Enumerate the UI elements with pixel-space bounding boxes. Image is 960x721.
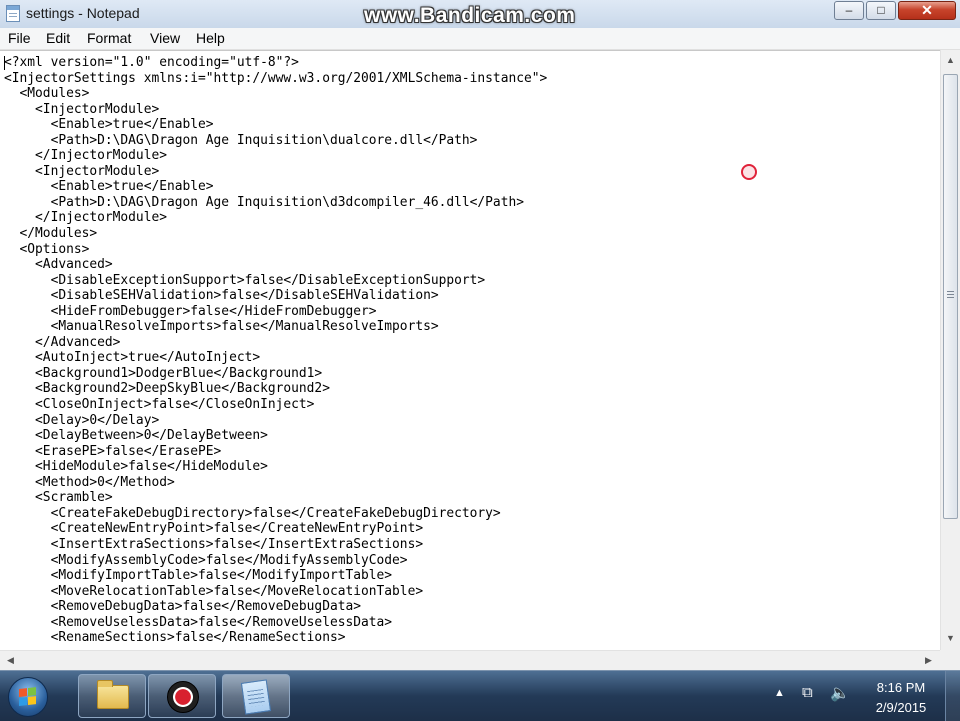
scroll-up-arrow-icon[interactable]: ▲ — [942, 52, 959, 69]
menu-bar: File Edit Format View Help — [0, 28, 960, 50]
text-line[interactable]: <RemoveDebugData>false</RemoveDebugData> — [4, 599, 547, 615]
text-line[interactable]: <Modules> — [4, 86, 547, 102]
text-line[interactable]: <RemoveUselessData>false</RemoveUselessD… — [4, 615, 547, 631]
text-line[interactable]: <RenameSections>false</RenameSections> — [4, 630, 547, 646]
text-line[interactable]: <Options> — [4, 242, 547, 258]
taskbar-notepad-button[interactable] — [222, 674, 290, 718]
text-line[interactable]: <Delay>0</Delay> — [4, 413, 547, 429]
menu-edit[interactable]: Edit — [46, 30, 70, 46]
clock-time[interactable]: 8:16 PM — [870, 680, 932, 695]
text-line[interactable]: <Method>0</Method> — [4, 475, 547, 491]
scroll-left-arrow-icon[interactable]: ◀ — [2, 652, 19, 669]
vertical-scroll-thumb[interactable] — [943, 74, 958, 519]
text-line[interactable]: <Scramble> — [4, 490, 547, 506]
text-line[interactable]: <ModifyAssemblyCode>false</ModifyAssembl… — [4, 553, 547, 569]
network-icon[interactable]: ⧉ — [802, 684, 813, 701]
text-line[interactable]: <CloseOnInject>false</CloseOnInject> — [4, 397, 547, 413]
taskbar-bandicam-button[interactable] — [148, 674, 216, 718]
document-text[interactable]: <?xml version="1.0" encoding="utf-8"?> <I… — [4, 55, 547, 646]
scroll-down-arrow-icon[interactable]: ▼ — [942, 630, 959, 647]
text-line[interactable]: <ModifyImportTable>false</ModifyImportTa… — [4, 568, 547, 584]
menu-view[interactable]: View — [150, 30, 180, 46]
menu-format[interactable]: Format — [87, 30, 131, 46]
close-button[interactable]: ✕ — [898, 1, 956, 20]
text-line[interactable]: <DisableExceptionSupport>false</DisableE… — [4, 273, 547, 289]
text-line[interactable]: <HideModule>false</HideModule> — [4, 459, 547, 475]
text-line[interactable]: <InjectorModule> — [4, 164, 547, 180]
text-line[interactable]: <?xml version="1.0" encoding="utf-8"?> — [4, 55, 547, 71]
text-line[interactable]: <Background1>DodgerBlue</Background1> — [4, 366, 547, 382]
title-bar[interactable]: settings - Notepad www.Bandicam.com – □ … — [0, 0, 960, 29]
show-hidden-icons-icon[interactable]: ▲ — [774, 687, 785, 699]
text-editor[interactable]: <?xml version="1.0" encoding="utf-8"?> <I… — [0, 50, 940, 651]
scroll-right-arrow-icon[interactable]: ▶ — [920, 652, 937, 669]
text-line[interactable]: <Background2>DeepSkyBlue</Background2> — [4, 381, 547, 397]
minimize-button[interactable]: – — [834, 1, 864, 20]
text-line[interactable]: <Enable>true</Enable> — [4, 179, 547, 195]
start-button[interactable] — [8, 677, 48, 717]
text-line[interactable]: <Path>D:\DAG\Dragon Age Inquisition\dual… — [4, 133, 547, 149]
bandicam-watermark: www.Bandicam.com — [364, 4, 576, 27]
maximize-button[interactable]: □ — [866, 1, 896, 20]
text-line[interactable]: <HideFromDebugger>false</HideFromDebugge… — [4, 304, 547, 320]
text-line[interactable]: <InjectorModule> — [4, 102, 547, 118]
volume-icon[interactable]: 🔈 — [830, 683, 850, 703]
text-line[interactable]: </InjectorModule> — [4, 148, 547, 164]
text-line[interactable]: <InsertExtraSections>false</InsertExtraS… — [4, 537, 547, 553]
text-line[interactable]: </InjectorModule> — [4, 210, 547, 226]
text-line[interactable]: <InjectorSettings xmlns:i="http://www.w3… — [4, 71, 547, 87]
windows-logo-icon — [19, 687, 37, 707]
text-line[interactable]: </Modules> — [4, 226, 547, 242]
text-line[interactable]: <CreateNewEntryPoint>false</CreateNewEnt… — [4, 521, 547, 537]
folder-icon — [97, 680, 129, 709]
text-line[interactable]: <ErasePE>false</ErasePE> — [4, 444, 547, 460]
scrollbar-corner — [940, 650, 960, 670]
scroll-grip-icon — [947, 291, 954, 299]
menu-file[interactable]: File — [8, 30, 31, 46]
window-title: settings - Notepad — [26, 5, 140, 21]
vertical-scrollbar[interactable]: ▲ ▼ — [940, 50, 960, 650]
horizontal-scrollbar[interactable]: ◀ ▶ — [0, 650, 940, 670]
text-line[interactable]: <Path>D:\DAG\Dragon Age Inquisition\d3dc… — [4, 195, 547, 211]
menu-help[interactable]: Help — [196, 30, 225, 46]
text-line[interactable]: <DisableSEHValidation>false</DisableSEHV… — [4, 288, 547, 304]
text-line[interactable]: <DelayBetween>0</DelayBetween> — [4, 428, 547, 444]
recording-indicator-icon — [738, 161, 760, 183]
clock-date[interactable]: 2/9/2015 — [870, 700, 932, 715]
text-line[interactable]: <ManualResolveImports>false</ManualResol… — [4, 319, 547, 335]
taskbar: ▲ ⧉ 🔈 8:16 PM 2/9/2015 — [0, 670, 960, 721]
taskbar-explorer-button[interactable] — [78, 674, 146, 718]
text-line[interactable]: </Advanced> — [4, 335, 547, 351]
bandicam-icon — [167, 681, 199, 713]
notepad-icon — [240, 679, 272, 715]
show-desktop-button[interactable] — [945, 671, 960, 721]
text-line[interactable]: <Enable>true</Enable> — [4, 117, 547, 133]
notepad-app-icon[interactable] — [6, 5, 20, 22]
text-line[interactable]: <AutoInject>true</AutoInject> — [4, 350, 547, 366]
text-line[interactable]: <CreateFakeDebugDirectory>false</CreateF… — [4, 506, 547, 522]
text-line[interactable]: <MoveRelocationTable>false</MoveRelocati… — [4, 584, 547, 600]
text-caret — [4, 56, 5, 70]
text-line[interactable]: <Advanced> — [4, 257, 547, 273]
